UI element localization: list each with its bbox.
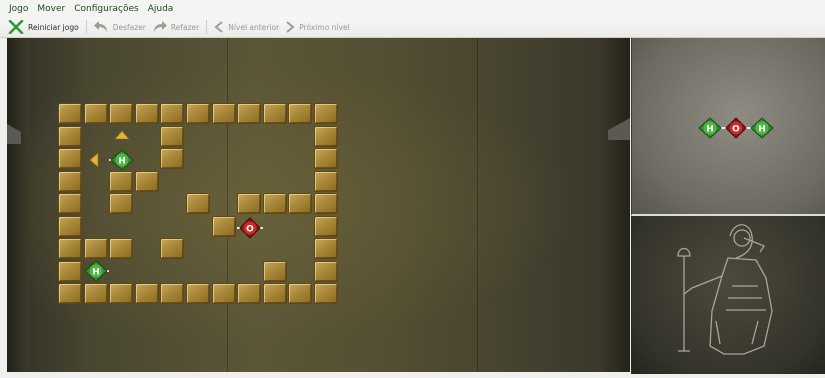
- hydrogen-atom[interactable]: H: [83, 260, 109, 282]
- undo-label: Desfazer: [112, 22, 146, 32]
- menu-jogo[interactable]: Jogo: [0, 4, 32, 14]
- wall-tile: [134, 103, 159, 124]
- wall-tile: [314, 215, 338, 237]
- wall-tile: [58, 148, 82, 169]
- wall-tile: [314, 193, 338, 214]
- wall-tile: [134, 283, 159, 304]
- wall-tile: [134, 170, 159, 192]
- preview-oxygen-atom: O: [723, 117, 749, 139]
- preview-hydrogen-atom: H: [749, 117, 774, 139]
- egyptian-god-relief-icon: [677, 224, 773, 355]
- wall-tile: [262, 283, 287, 304]
- oxygen-atom[interactable]: O: [237, 217, 263, 239]
- play-field: H O H: [7, 38, 630, 372]
- game-window: Jogo Mover Configurações Ajuda Reiniciar…: [0, 0, 825, 374]
- hydrogen-label: H: [758, 125, 766, 135]
- wall-tile: [58, 170, 82, 192]
- undo-icon: [93, 21, 107, 32]
- wall-tile: [58, 125, 82, 147]
- wall-tile: [58, 260, 82, 282]
- stone-seam: [227, 38, 228, 372]
- wall-tile: [211, 215, 236, 237]
- wall-tile: [186, 103, 210, 124]
- move-up-arrow[interactable]: [114, 130, 130, 140]
- wall-tile: [160, 103, 185, 124]
- hydrogen-atom-selected[interactable]: H: [109, 149, 135, 171]
- wall-tile: [83, 238, 108, 259]
- egyptian-relief-panel: [631, 216, 825, 374]
- restart-button[interactable]: Reiniciar jogo: [0, 18, 82, 36]
- wall-tile: [83, 283, 108, 304]
- chevron-right-icon: [286, 21, 295, 33]
- wall-tile: [160, 283, 185, 304]
- stone-seam: [477, 38, 478, 372]
- wall-tile: [262, 260, 287, 282]
- wall-tile: [211, 103, 236, 124]
- right-pillar: [596, 38, 630, 372]
- undo-button[interactable]: Desfazer: [91, 18, 149, 36]
- wall-tile: [109, 193, 134, 214]
- wall-tile: [314, 238, 338, 259]
- menubar: Jogo Mover Configurações Ajuda: [0, 0, 825, 17]
- next-level-button[interactable]: Próximo nível: [282, 18, 352, 36]
- hydrogen-label: H: [92, 268, 100, 278]
- toolbar: Reiniciar jogo Desfazer Refazer Nível an…: [0, 17, 825, 38]
- wall-tile: [262, 103, 287, 124]
- menu-ajuda[interactable]: Ajuda: [143, 4, 178, 14]
- wall-tile: [186, 193, 210, 214]
- wall-tile: [288, 193, 313, 214]
- wall-tile: [314, 125, 338, 147]
- wall-tile: [58, 215, 82, 237]
- wall-tile: [58, 103, 82, 124]
- wall-tile: [109, 170, 134, 192]
- chevron-left-icon: [214, 21, 223, 33]
- restart-icon: [8, 20, 24, 34]
- toolbar-separator: [206, 20, 208, 34]
- wall-tile: [237, 193, 262, 214]
- next-level-label: Próximo nível: [299, 22, 350, 32]
- oxygen-label: O: [246, 225, 254, 235]
- wall-tile: [288, 103, 313, 124]
- toolbar-separator: [85, 20, 87, 34]
- wall-tile: [288, 283, 313, 304]
- wall-tile: [160, 148, 185, 169]
- molecule-preview: H O H: [631, 38, 825, 216]
- wall-tile: [58, 283, 82, 304]
- prev-level-button[interactable]: Nível anterior: [211, 18, 282, 36]
- restart-label: Reiniciar jogo: [28, 22, 79, 32]
- redo-label: Refazer: [170, 22, 200, 32]
- hydrogen-label: H: [706, 125, 714, 135]
- wall-tile: [83, 103, 108, 124]
- wall-tile: [160, 238, 185, 259]
- oxygen-label: O: [732, 125, 740, 135]
- prev-level-label: Nível anterior: [228, 22, 280, 32]
- preview-hydrogen-atom: H: [698, 117, 723, 139]
- wall-tile: [58, 193, 82, 214]
- hydrogen-label: H: [118, 157, 126, 167]
- menu-configuracoes[interactable]: Configurações: [69, 4, 142, 14]
- wall-tile: [160, 125, 185, 147]
- wall-tile: [237, 283, 262, 304]
- wall-tile: [58, 238, 82, 259]
- wall-tile: [186, 283, 210, 304]
- redo-icon: [153, 21, 167, 32]
- move-left-arrow[interactable]: [89, 152, 99, 168]
- wall-tile: [237, 103, 262, 124]
- wall-tile: [314, 170, 338, 192]
- menu-mover[interactable]: Mover: [32, 4, 69, 14]
- wall-tile: [109, 238, 134, 259]
- wall-tile: [262, 193, 287, 214]
- wall-tile: [109, 283, 134, 304]
- wall-tile: [314, 103, 338, 124]
- wall-tile: [314, 283, 338, 304]
- wall-tile: [314, 148, 338, 169]
- redo-button[interactable]: Refazer: [149, 18, 202, 36]
- wall-tile: [314, 260, 338, 282]
- wall-tile: [211, 283, 236, 304]
- left-pillar: [7, 38, 29, 372]
- wall-tile: [109, 103, 134, 124]
